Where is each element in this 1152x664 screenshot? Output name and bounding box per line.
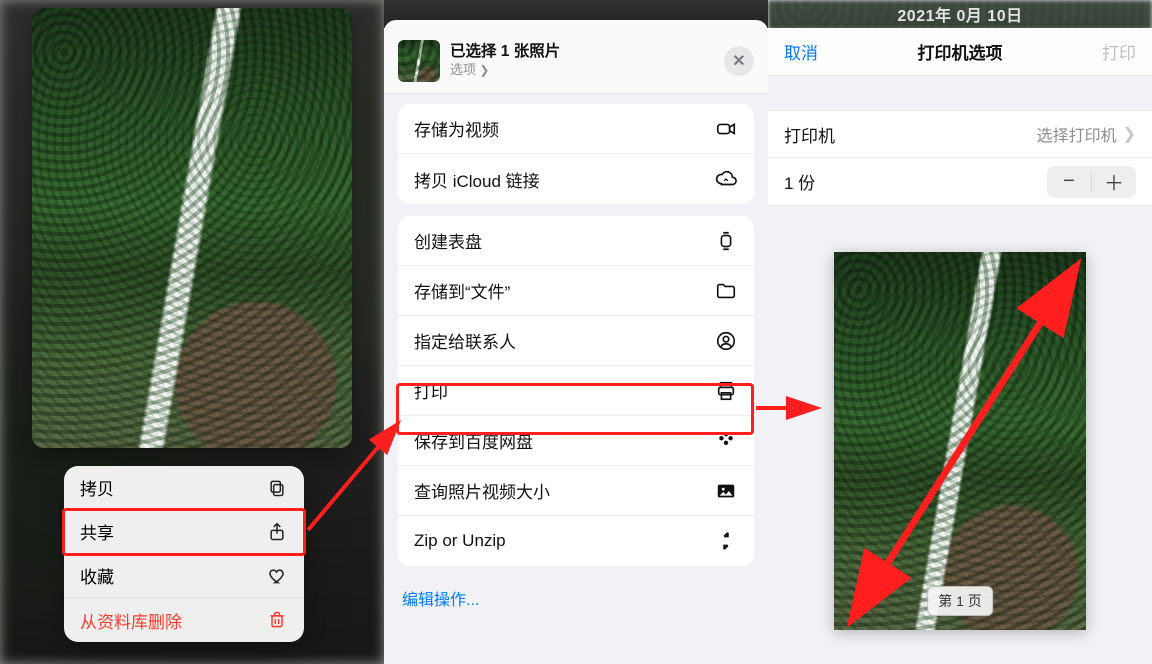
stepper-minus-button[interactable]: − [1047,166,1091,198]
share-title-box: 已选择 1 张照片 选项 ❯ [450,43,714,78]
action-copy-icloud-link[interactable]: 拷贝 iCloud 链接 [398,154,754,204]
action-zip-unzip[interactable]: Zip or Unzip [398,516,754,566]
folder-icon [714,279,738,303]
context-menu: 拷贝 共享 收藏 [64,466,304,642]
action-label: 查询照片视频大小 [414,478,550,503]
context-menu-label: 共享 [80,519,114,544]
printer-label: 打印机 [784,122,835,147]
action-label: 拷贝 iCloud 链接 [414,167,540,192]
edit-actions-link[interactable]: 编辑操作... [398,578,754,624]
print-page-preview[interactable]: 第 1 页 [834,252,1086,630]
action-save-baidu[interactable]: 保存到百度网盘 [398,416,754,466]
photo-date-partial: 2021年 0月 10日 [768,2,1152,26]
panel-photo-context: 拷贝 共享 收藏 [0,0,384,664]
cancel-button[interactable]: 取消 [784,39,818,64]
action-label: 指定给联系人 [414,328,516,353]
share-icon [266,521,288,543]
action-label: 存储为视频 [414,116,499,141]
selected-photo-preview[interactable] [32,8,352,448]
action-save-as-video[interactable]: 存储为视频 [398,104,754,154]
watch-icon [714,229,738,253]
close-button[interactable]: ✕ [724,46,754,76]
context-menu-delete[interactable]: 从资料库删除 [64,598,304,642]
action-label: 打印 [414,378,448,403]
context-menu-label: 拷贝 [80,475,114,500]
baidu-icon [714,429,738,453]
cloud-link-icon [714,167,738,191]
chevron-right-icon: ❯ [1123,124,1136,144]
print-preview-area: 第 1 页 [768,252,1152,644]
share-thumbnail [398,40,440,82]
trash-icon [266,609,288,631]
action-label: 保存到百度网盘 [414,428,533,453]
video-icon [714,117,738,141]
context-menu-favorite[interactable]: 收藏 [64,554,304,598]
share-group-2: 创建表盘 存储到“文件” 指定给联系人 打印 [398,216,754,566]
stepper-plus-button[interactable]: ＋ [1092,166,1136,198]
action-label: Zip or Unzip [414,531,506,551]
compress-icon [714,529,738,553]
image-size-icon [714,479,738,503]
printer-row[interactable]: 打印机 选择打印机 ❯ [768,110,1152,158]
chevron-right-icon: ❯ [476,63,489,77]
share-group-1: 存储为视频 拷贝 iCloud 链接 [398,104,754,204]
contact-icon [714,329,738,353]
action-save-to-files[interactable]: 存储到“文件” [398,266,754,316]
action-query-size[interactable]: 查询照片视频大小 [398,466,754,516]
share-sheet-body: 存储为视频 拷贝 iCloud 链接 创建表盘 存储到“文件” [384,94,768,664]
print-title: 打印机选项 [768,39,1152,64]
action-label: 创建表盘 [414,228,482,253]
context-menu-copy[interactable]: 拷贝 [64,466,304,510]
copies-stepper: − ＋ [1047,166,1136,198]
context-menu-share[interactable]: 共享 [64,510,304,554]
print-settings: 打印机 选择打印机 ❯ 1 份 − ＋ [768,110,1152,206]
context-menu-label: 收藏 [80,563,114,588]
action-label: 存储到“文件” [414,278,510,303]
copies-row: 1 份 − ＋ [768,158,1152,206]
close-icon: ✕ [732,51,745,71]
share-title: 已选择 1 张照片 [450,43,714,61]
context-menu-label: 从资料库删除 [80,608,182,633]
heart-icon [266,565,288,587]
print-navbar: 取消 打印机选项 打印 [768,28,1152,76]
print-button-disabled: 打印 [1102,39,1136,64]
action-print[interactable]: 打印 [398,366,754,416]
print-icon [714,379,738,403]
action-assign-contact[interactable]: 指定给联系人 [398,316,754,366]
panel-share-sheet: 已选择 1 张照片 选项 ❯ ✕ 存储为视频 拷贝 iCloud 链接 [384,0,768,664]
panel-print-options: 2021年 0月 10日 取消 打印机选项 打印 打印机 选择打印机 ❯ 1 份… [768,0,1152,664]
copy-icon [266,477,288,499]
copies-label: 1 份 [784,169,815,194]
page-number-badge: 第 1 页 [927,586,993,616]
action-create-watchface[interactable]: 创建表盘 [398,216,754,266]
share-options-link[interactable]: 选项 ❯ [450,63,714,78]
share-sheet-header: 已选择 1 张照片 选项 ❯ ✕ [384,28,768,94]
printer-value: 选择打印机 ❯ [1037,122,1136,146]
